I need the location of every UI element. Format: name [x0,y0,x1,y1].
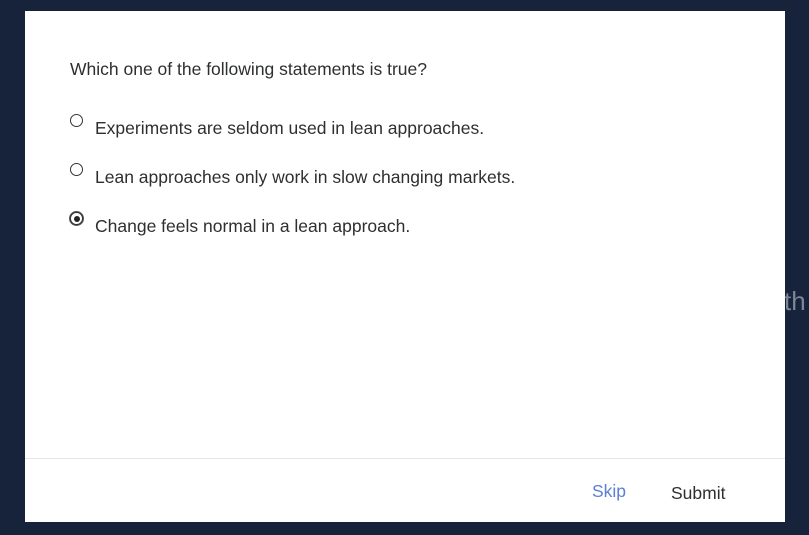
submit-button[interactable]: Submit [658,475,739,511]
skip-link[interactable]: Skip [592,481,626,502]
radio-button-2[interactable] [70,163,83,176]
answer-option-1[interactable]: Experiments are seldom used in lean appr… [70,114,630,163]
radio-button-3[interactable] [70,212,83,225]
quiz-modal: Which one of the following statements is… [25,11,785,522]
answer-option-2[interactable]: Lean approaches only work in slow changi… [70,163,630,212]
modal-footer: Skip Submit [25,458,785,523]
answer-option-3[interactable]: Change feels normal in a lean approach. [70,212,630,261]
radio-button-1[interactable] [70,114,83,127]
answer-options: Experiments are seldom used in lean appr… [70,114,630,261]
answer-option-label: Experiments are seldom used in lean appr… [95,118,485,138]
background-text-peek: th [784,286,806,316]
answer-option-label: Lean approaches only work in slow changi… [95,167,516,187]
answer-option-label: Change feels normal in a lean approach. [95,216,411,236]
question-text: Which one of the following statements is… [70,59,427,79]
